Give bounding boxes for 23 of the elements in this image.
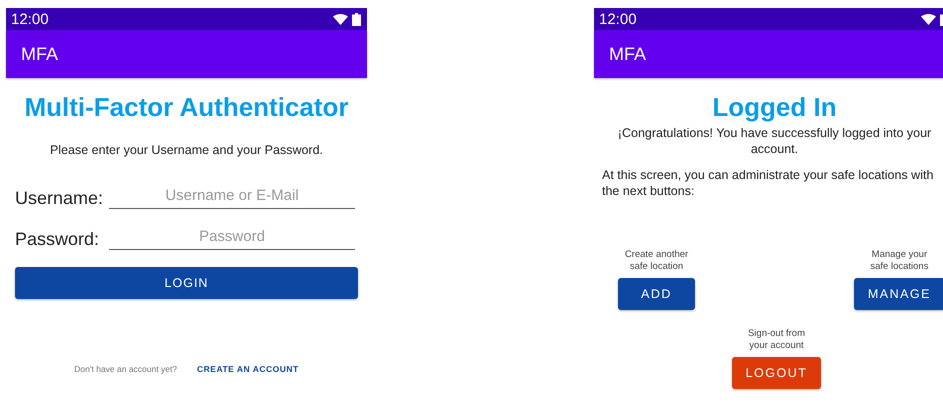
heading: Multi-Factor Authenticator: [23, 92, 350, 123]
wifi-icon: [333, 14, 348, 24]
action-button[interactable]: LOGOUT: [732, 357, 822, 389]
app-title: MFA: [21, 44, 58, 64]
button-caption: Create another safe location: [624, 249, 690, 273]
button-caption: Manage your safe locations: [869, 249, 930, 273]
instruction-text: At this screen, you can administrate your safe locations with the next buttons:: [601, 167, 934, 199]
heading: Logged In: [711, 92, 838, 123]
battery-icon: [352, 12, 361, 26]
action-button[interactable]: MANAGE: [854, 278, 943, 310]
app-title: MFA: [609, 44, 646, 64]
instruction-text: Please enter your Username and your Password.: [48, 143, 324, 157]
button-caption: Sign-out from your account: [746, 328, 806, 352]
congratulations-text: ¡Congratulations! You have successfully logged into your account.: [616, 125, 932, 157]
wifi-icon: [921, 14, 936, 24]
field-label: Username:: [15, 188, 103, 209]
login-button[interactable]: LOGIN: [15, 267, 358, 299]
clock-time: 12:00: [11, 10, 49, 28]
create-account-link[interactable]: CREATE AN ACCOUNT: [197, 364, 299, 374]
action-button[interactable]: ADD: [618, 278, 695, 310]
account-prompt: Don't have an account yet?: [74, 364, 178, 374]
field-label: Password:: [15, 229, 100, 250]
clock-time: 12:00: [599, 10, 637, 28]
